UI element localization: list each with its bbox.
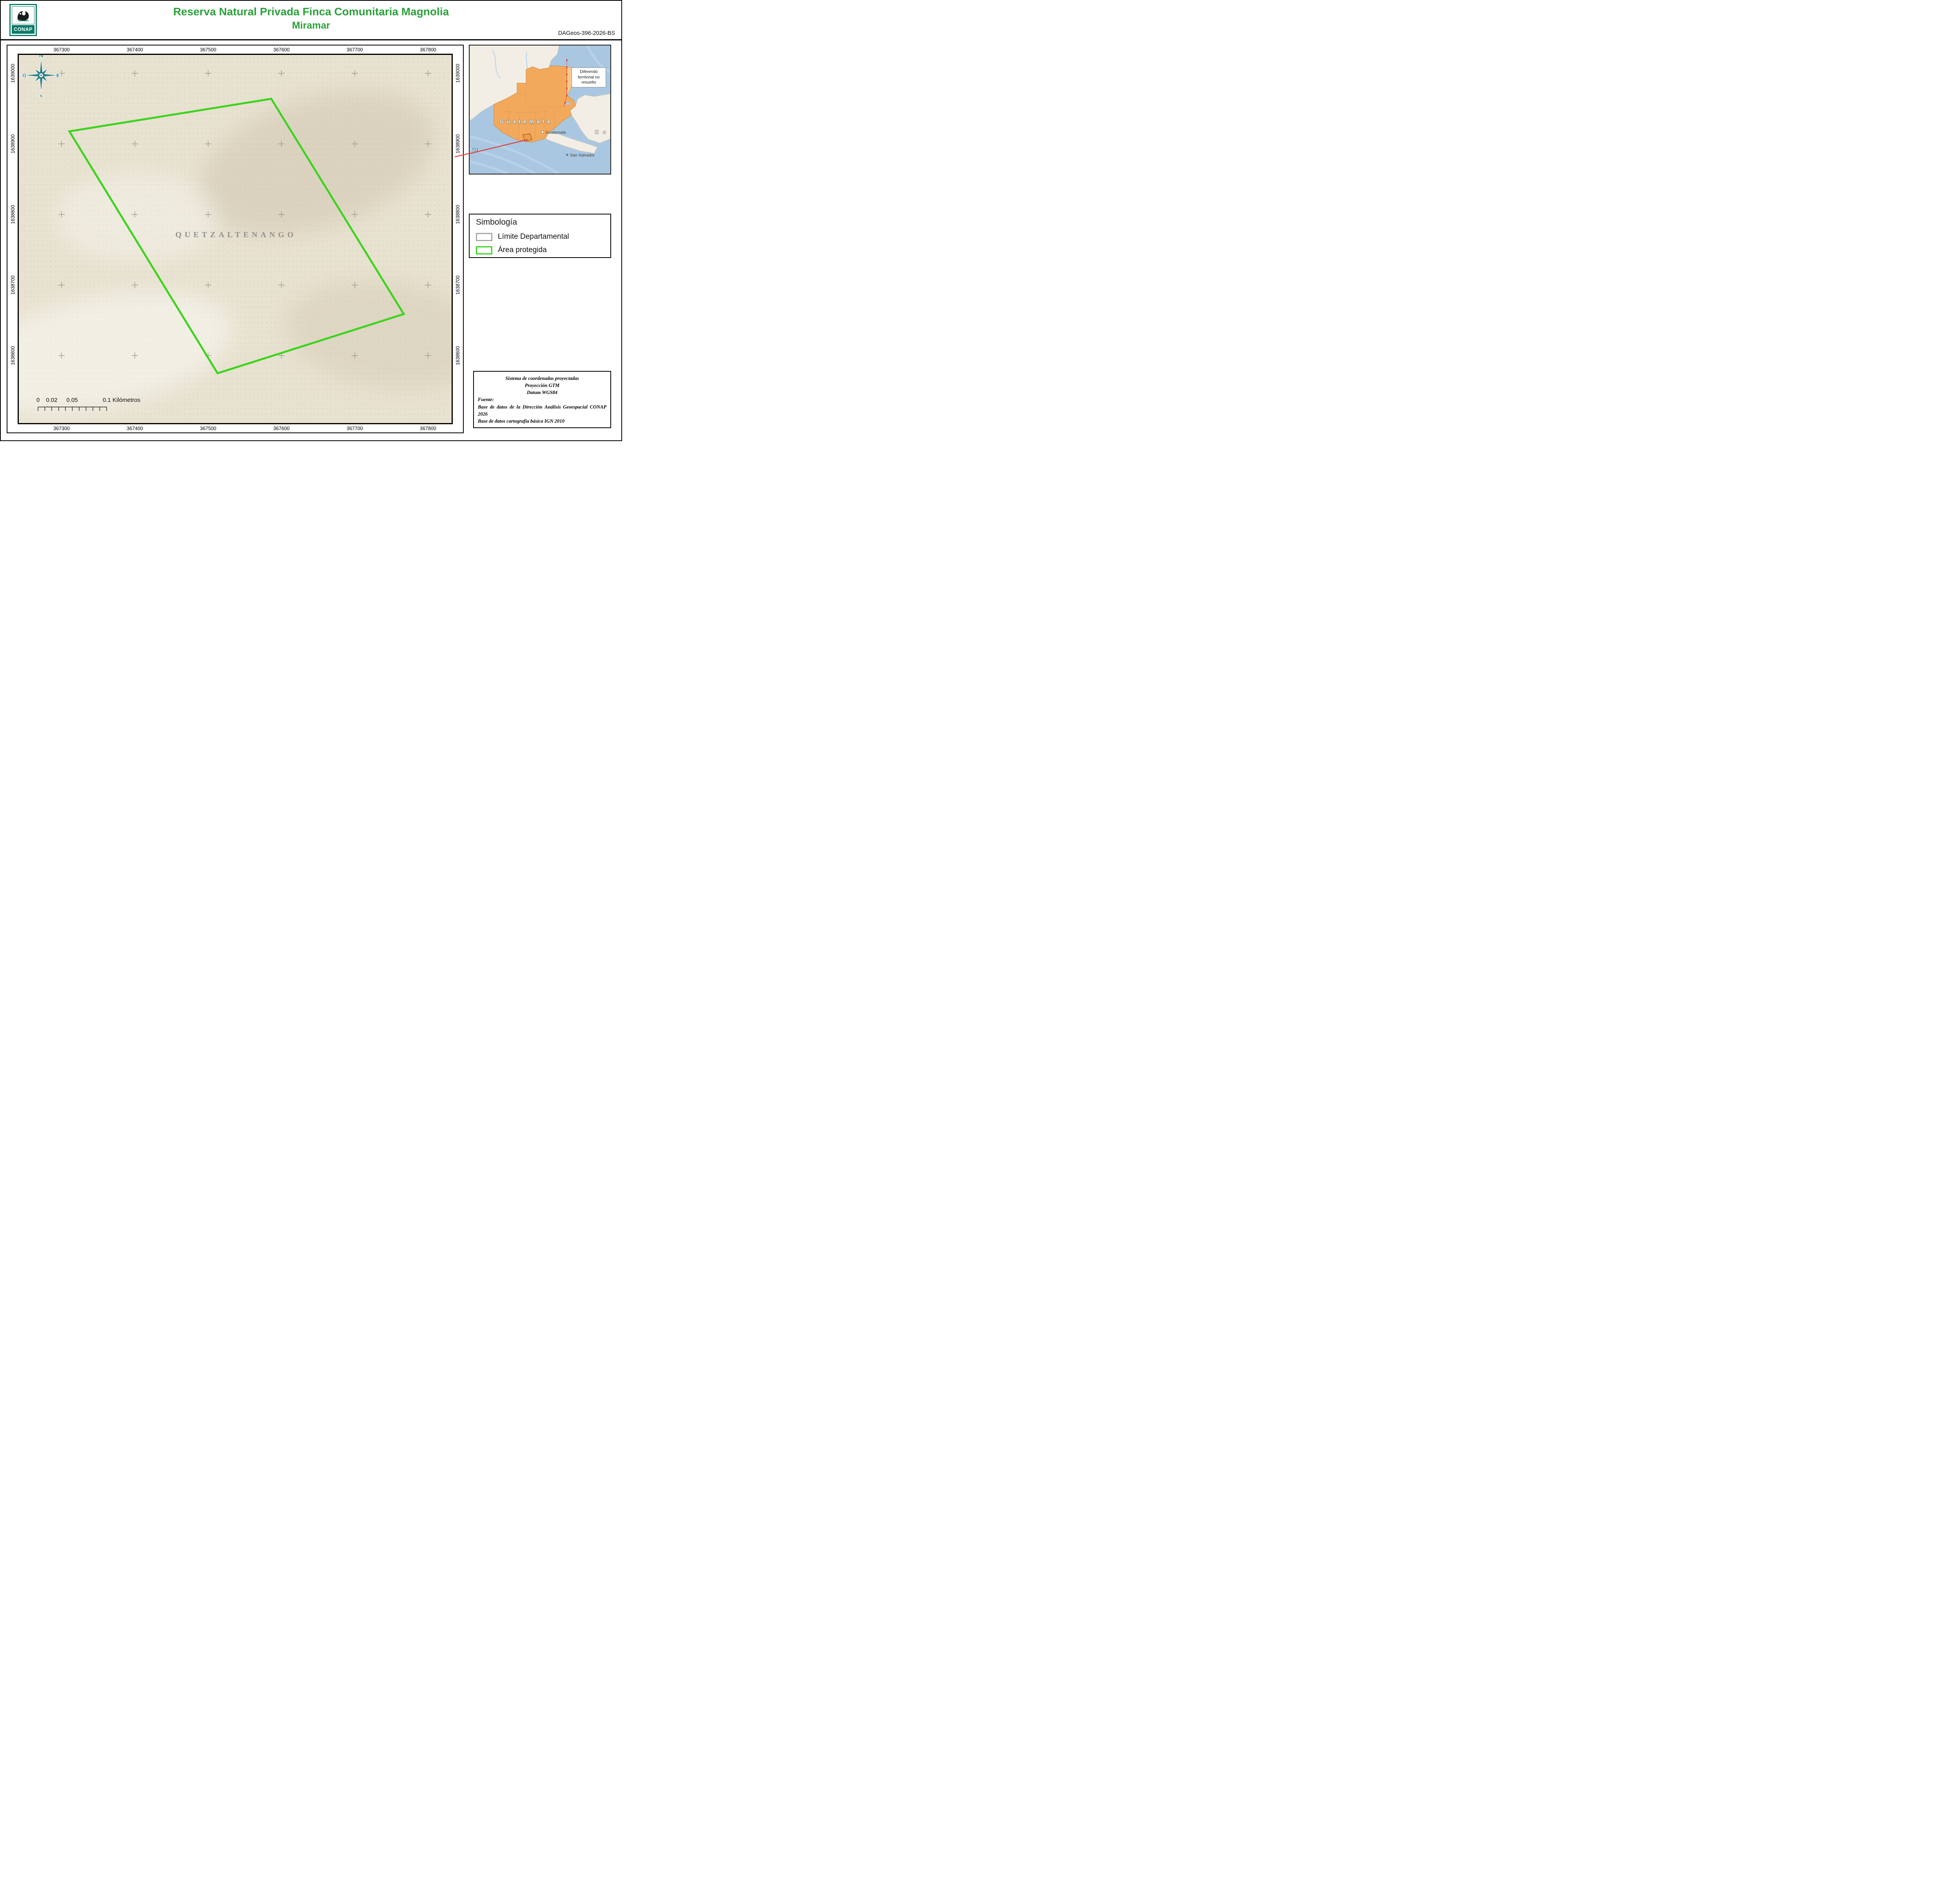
y-coordinate-label: 1638600 — [455, 346, 461, 365]
y-coordinate-label: 1639000 — [10, 64, 16, 83]
x-coordinate-label: 367500 — [200, 47, 216, 53]
x-coordinate-label: 367700 — [347, 47, 363, 53]
legend-title: Simbología — [476, 218, 517, 227]
inset-honduras-label: H o — [595, 129, 607, 135]
inset-country-label: G u a t e m a l a — [500, 118, 550, 124]
page-title: Reserva Natural Privada Finca Comunitari… — [48, 5, 574, 31]
title-line-1: Reserva Natural Privada Finca Comunitari… — [48, 5, 574, 18]
compass-e-label: E — [56, 73, 60, 78]
x-coordinate-label: 367600 — [273, 426, 290, 431]
x-coordinate-label: 367300 — [53, 47, 70, 53]
x-coordinate-label: 367500 — [200, 426, 216, 431]
scale-ruler-icon — [34, 406, 113, 412]
x-coordinate-label: 367400 — [127, 47, 143, 53]
map-canvas: N O E s QUETZALTENANGO 0 0.02 0.05 0.1 K… — [18, 54, 453, 424]
legend-item-label: Límite Departamental — [498, 233, 569, 241]
inset-ref-number: 721 — [472, 147, 479, 153]
compass-o-label: O — [22, 73, 26, 78]
grid-crosses — [58, 70, 431, 359]
y-coordinate-label: 1638700 — [10, 276, 16, 295]
compass-s-label: s — [40, 93, 43, 98]
y-coordinate-label: 1638800 — [455, 205, 461, 224]
conap-logo-text: CONAP — [12, 25, 34, 34]
x-coordinate-label: 367800 — [420, 426, 436, 431]
scale-label-002: 0.02 — [46, 397, 57, 403]
locator-line-extension — [455, 152, 470, 157]
region-label: QUETZALTENANGO — [118, 231, 354, 240]
territorial-dispute-note: Diferendo territorial no resuelto — [572, 67, 606, 87]
legend-item-label: Área protegida — [498, 246, 547, 254]
x-coordinate-label: 367600 — [273, 47, 290, 53]
compass-n-label: N — [39, 54, 44, 59]
y-coordinate-label: 1638900 — [455, 134, 461, 154]
scale-label-0: 0 — [36, 397, 40, 403]
protected-area-swatch — [476, 246, 492, 254]
x-coordinate-label: 367800 — [420, 47, 436, 53]
san-salvador-marker-icon — [566, 154, 568, 156]
conap-logo: CONAP — [9, 4, 37, 36]
credits-source-2: Base de datos cartografía básica IGN 201… — [478, 418, 606, 425]
inset-map: G u a t e m a l a Guatemala San Salvador… — [469, 45, 611, 174]
y-coordinate-label: 1638800 — [10, 205, 16, 224]
inset-city-label: Guatemala — [546, 130, 566, 135]
inset-map-svg: G u a t e m a l a Guatemala San Salvador… — [470, 45, 610, 174]
credits-projection: Proyección GTM — [478, 382, 606, 389]
legend-item-protected-area: Área protegida — [476, 246, 547, 254]
document-code: DAGeos-396-2026-BS — [558, 30, 615, 36]
city-marker-icon — [541, 131, 544, 133]
conap-emblem-svg — [15, 7, 32, 23]
credits-source-heading: Fuente: — [478, 396, 606, 403]
map-frame: 367300 367400 367500 367600 367700 36780… — [7, 45, 464, 433]
legend-panel: Simbología Límite Departamental Área pro… — [469, 214, 611, 258]
x-coordinate-label: 367300 — [53, 426, 70, 431]
header: CONAP Reserva Natural Privada Finca Comu… — [1, 1, 621, 40]
inset-san-salvador-label: San Salvador — [570, 153, 595, 158]
page: CONAP Reserva Natural Privada Finca Comu… — [0, 0, 622, 441]
compass-rose-icon: N O E s — [22, 54, 61, 98]
y-coordinate-label: 1638700 — [455, 276, 461, 295]
scale-bar: 0 0.02 0.05 0.1 Kilómetros — [34, 397, 191, 415]
legend-item-departmental: Límite Departamental — [476, 233, 569, 241]
y-coordinate-label: 1639000 — [455, 64, 461, 83]
credits-datum: Datum WGS84 — [478, 389, 606, 396]
x-coordinate-label: 367400 — [127, 426, 143, 431]
scale-label-01: 0.1 Kilómetros — [103, 397, 140, 403]
credits-panel: Sistema de coordenadas proyectadas Proye… — [473, 371, 611, 428]
y-coordinate-label: 1638600 — [10, 346, 16, 365]
departmental-boundary-swatch — [476, 233, 492, 241]
title-line-2: Miramar — [48, 20, 574, 31]
credits-coordinate-system: Sistema de coordenadas proyectadas — [478, 375, 606, 382]
conap-emblem-icon — [12, 6, 34, 24]
y-coordinate-label: 1638900 — [10, 134, 16, 154]
scale-label-005: 0.05 — [66, 397, 78, 403]
credits-source-1: Base de datos de la Dirección Análisis G… — [478, 403, 606, 418]
x-coordinate-label: 367700 — [347, 426, 363, 431]
